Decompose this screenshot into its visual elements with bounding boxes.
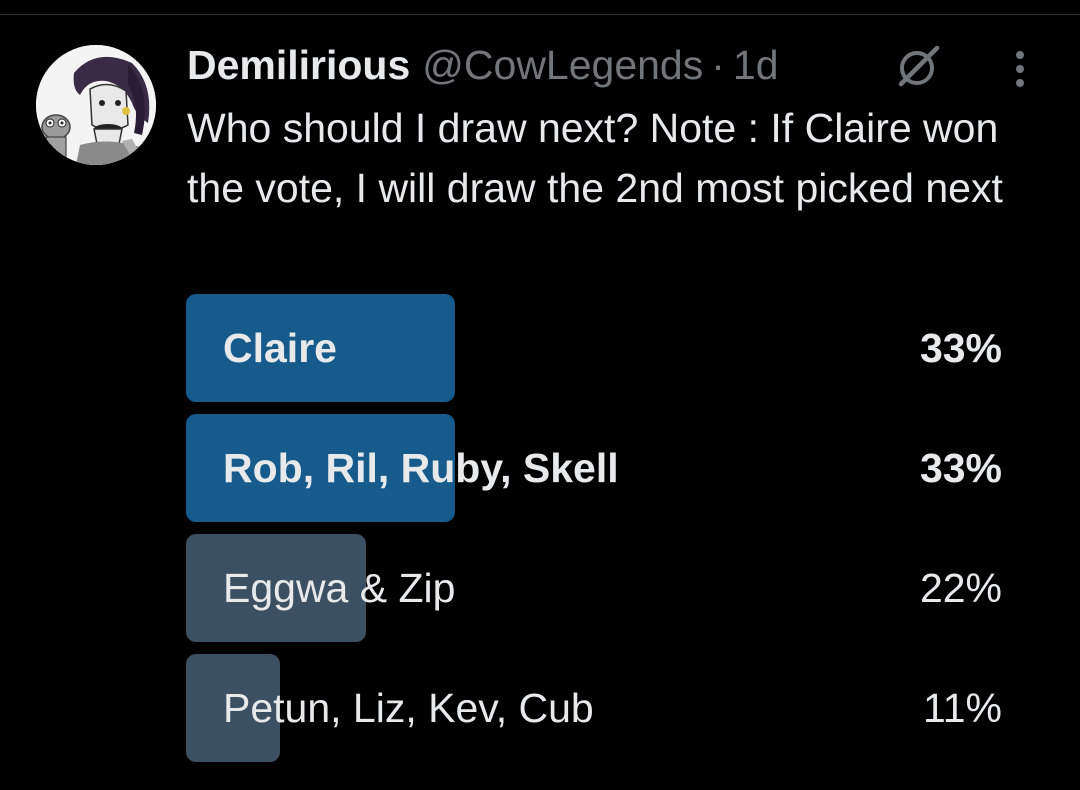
tweet-header: Demilirious @CowLegends · 1d — [187, 40, 779, 90]
tweet-text: Who should I draw next? Note : If Claire… — [187, 105, 1003, 211]
poll: Claire 33% Rob, Ril, Ruby, Skell 33% Eggwa &… — [186, 294, 1002, 774]
header-separator: · — [711, 42, 725, 88]
poll-option-label: Claire — [223, 325, 337, 371]
grok-icon[interactable] — [893, 44, 945, 88]
poll-option: Claire 33% — [186, 294, 1002, 402]
poll-option: Eggwa & Zip 22% — [186, 534, 1002, 642]
poll-option: Petun, Liz, Kev, Cub 11% — [186, 654, 1002, 762]
top-divider — [0, 14, 1080, 15]
poll-option-percent: 33% — [919, 325, 1002, 371]
more-options-icon[interactable] — [1004, 48, 1036, 90]
poll-option-label: Petun, Liz, Kev, Cub — [223, 685, 594, 731]
avatar-image — [36, 45, 156, 165]
poll-option-percent: 33% — [919, 445, 1002, 491]
poll-option-label: Rob, Ril, Ruby, Skell — [223, 445, 619, 491]
poll-option: Rob, Ril, Ruby, Skell 33% — [186, 414, 1002, 522]
poll-option-percent: 22% — [919, 565, 1002, 611]
author-handle[interactable]: @CowLegends — [422, 40, 703, 90]
tweet-timestamp[interactable]: 1d — [733, 40, 779, 90]
poll-option-percent: 11% — [922, 685, 1002, 731]
author-display-name[interactable]: Demilirious — [187, 40, 410, 90]
avatar[interactable] — [36, 45, 156, 165]
poll-option-label: Eggwa & Zip — [223, 565, 456, 611]
